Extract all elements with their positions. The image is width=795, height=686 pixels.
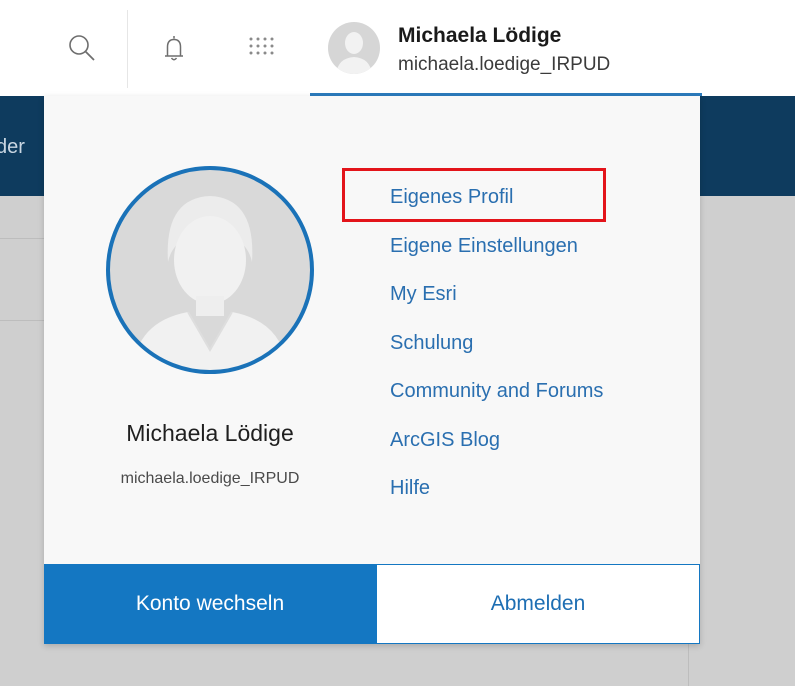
bell-icon[interactable] (158, 32, 190, 64)
profile-avatar (104, 164, 316, 376)
menu-item-help[interactable]: Hilfe (390, 471, 603, 520)
switch-account-button[interactable]: Konto wechseln (44, 564, 376, 644)
header-user-name: Michaela Lödige (398, 24, 562, 47)
menu-item-community-forums[interactable]: Community and Forums (390, 374, 603, 423)
apps-grid-icon[interactable] (245, 32, 277, 64)
divider (0, 320, 44, 321)
user-menu-links: Eigenes Profil Eigene Einstellungen My E… (390, 180, 603, 520)
avatar (328, 22, 380, 74)
divider (0, 238, 44, 239)
menu-item-training[interactable]: Schulung (390, 326, 603, 375)
menu-item-my-profile[interactable]: Eigenes Profil (390, 180, 603, 229)
divider (127, 10, 128, 88)
divider (688, 644, 689, 686)
top-header: Michaela Lödige michaela.loedige_IRPUD (0, 0, 795, 96)
menu-item-my-esri[interactable]: My Esri (390, 277, 603, 326)
user-dropdown-panel: Michaela Lödige michaela.loedige_IRPUD E… (44, 96, 700, 644)
sign-out-button[interactable]: Abmelden (376, 564, 700, 644)
menu-item-arcgis-blog[interactable]: ArcGIS Blog (390, 423, 603, 472)
search-icon[interactable] (66, 32, 98, 64)
user-menu-toggle[interactable]: Michaela Lödige michaela.loedige_IRPUD (310, 0, 702, 96)
nav-band-text: der (0, 136, 25, 158)
header-username: michaela.loedige_IRPUD (398, 54, 611, 75)
profile-username: michaela.loedige_IRPUD (120, 470, 300, 487)
profile-full-name: Michaela Lödige (126, 420, 294, 446)
menu-item-my-settings[interactable]: Eigene Einstellungen (390, 229, 603, 278)
